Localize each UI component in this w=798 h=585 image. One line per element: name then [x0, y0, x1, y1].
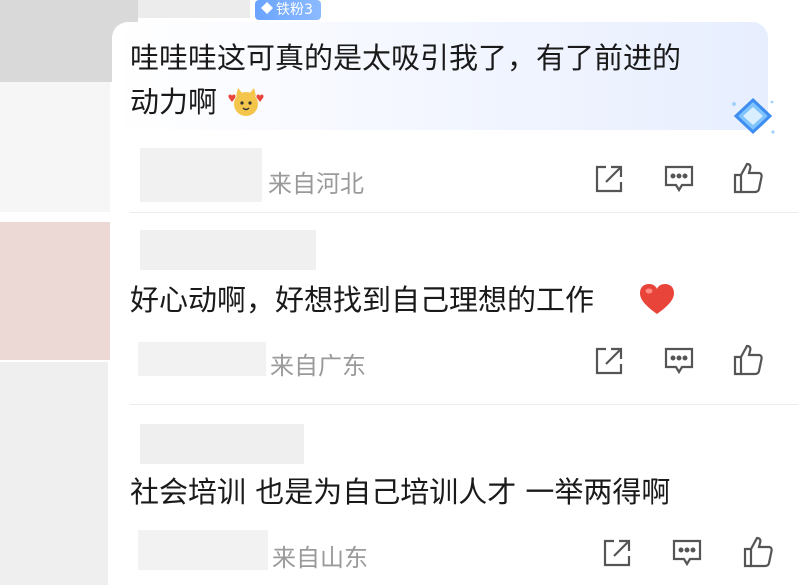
comment-text-1-line1: 哇哇哇这可真的是太吸引我了，有了前进的	[130, 41, 682, 75]
comment-location-1: 来自河北	[268, 170, 364, 198]
comment-location-3: 来自山东	[272, 544, 368, 572]
comment-icon[interactable]	[662, 344, 696, 378]
comment-location-2: 来自广东	[270, 352, 366, 380]
diamond-medal-icon	[728, 96, 778, 140]
username-2[interactable]	[140, 230, 316, 270]
divider-2	[130, 404, 798, 405]
comment-text-1-line2: 动力啊	[130, 85, 218, 119]
divider-1	[130, 212, 798, 213]
avatar-side-1	[0, 82, 110, 212]
time-blur-3	[138, 530, 268, 570]
comment-text-3: 社会培训 也是为自己培训人才 一举两得啊	[130, 475, 671, 509]
thumbs-up-icon[interactable]	[730, 160, 764, 194]
thumbs-up-icon[interactable]	[740, 534, 774, 568]
share-icon[interactable]	[600, 536, 634, 570]
fan-badge-label: 铁粉3	[276, 2, 313, 18]
time-blur-1	[140, 148, 262, 202]
avatar-3[interactable]	[0, 362, 108, 585]
share-icon[interactable]	[592, 344, 626, 378]
comment-text-2: 好心动啊，好想找到自己理想的工作	[130, 283, 595, 317]
comment-icon[interactable]	[662, 162, 696, 196]
username-3[interactable]	[140, 424, 304, 464]
thumbs-up-icon[interactable]	[730, 342, 764, 376]
red-heart-emoji	[638, 282, 676, 316]
time-blur-2	[138, 342, 266, 376]
comment-icon[interactable]	[670, 536, 704, 570]
hugging-cat-emoji	[226, 86, 266, 120]
username-1[interactable]	[138, 0, 250, 18]
share-icon[interactable]	[592, 162, 626, 196]
fan-badge: 铁粉3	[255, 0, 321, 20]
avatar-2[interactable]	[0, 222, 110, 360]
diamond-icon	[261, 0, 273, 20]
